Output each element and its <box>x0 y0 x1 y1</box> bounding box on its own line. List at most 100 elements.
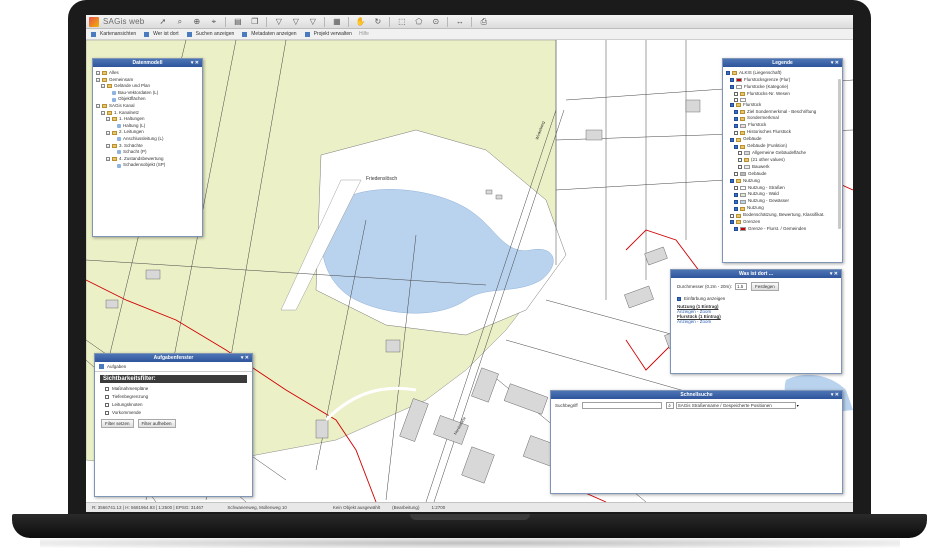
grid-icon[interactable]: ▦ <box>331 17 342 27</box>
legende-header[interactable]: Legende ▾ ✕ <box>723 59 842 67</box>
chevron-down-icon[interactable]: ▾ <box>797 403 799 408</box>
expand-icon[interactable] <box>106 91 110 95</box>
menu-item-metadaten[interactable]: Metadaten anzeigen <box>237 31 299 37</box>
tree-item[interactable]: − Alles <box>96 70 199 77</box>
legend-item[interactable]: Sondermerkmal <box>726 115 839 122</box>
legend-checkbox[interactable] <box>730 85 734 90</box>
filter-aufheben-button[interactable]: Filter aufheben <box>137 419 176 428</box>
legend-item[interactable]: Nutzung - Gewässer <box>726 198 839 205</box>
select-poly-icon[interactable]: ⬠ <box>413 17 424 27</box>
zoom-box-icon[interactable]: ⌕ <box>174 17 185 27</box>
legend-item[interactable]: Nutzung - Wald <box>726 191 839 198</box>
filter-item[interactable]: Maßnahmenpläne <box>105 386 242 391</box>
legend-checkbox[interactable] <box>734 109 738 114</box>
aufgabenfenster-header[interactable]: Aufgabenfenster ▾ ✕ <box>95 354 252 362</box>
pan-hand-icon[interactable]: ✋ <box>355 17 366 27</box>
expand-icon[interactable]: − <box>106 117 110 122</box>
tree-item[interactable]: Haltung (L) <box>96 123 199 130</box>
legend-item[interactable]: Nutzung <box>726 205 839 212</box>
legend-checkbox[interactable] <box>734 227 738 232</box>
menu-item-hilfe[interactable]: Hilfe <box>355 31 372 37</box>
legend-checkbox[interactable] <box>730 220 734 225</box>
legend-checkbox[interactable] <box>734 123 738 128</box>
filter-add-icon[interactable]: ▽ <box>290 17 301 27</box>
panel-controls-icon[interactable]: ▾ ✕ <box>831 391 839 399</box>
search-icon[interactable]: ⌕ <box>665 402 674 409</box>
filter-item[interactable]: Leitungsknoten <box>105 402 242 407</box>
highlight-checkbox[interactable] <box>677 296 681 301</box>
tree-item[interactable]: Objektflächen <box>96 96 199 103</box>
result-link[interactable]: Anzeigen - Zoom <box>677 319 835 324</box>
search-input[interactable] <box>581 402 662 409</box>
legend-checkbox[interactable] <box>738 151 742 156</box>
expand-icon[interactable]: − <box>96 71 100 76</box>
panel-controls-icon[interactable]: ▾ ✕ <box>831 59 839 67</box>
expand-icon[interactable] <box>111 137 115 141</box>
panel-controls-icon[interactable]: ▾ ✕ <box>830 270 838 278</box>
datenmodell-header[interactable]: Datenmodell ▾ ✕ <box>93 59 202 67</box>
expand-icon[interactable]: − <box>106 157 110 162</box>
legend-checkbox[interactable] <box>738 158 742 163</box>
tree-item[interactable]: − 2. Leitungen <box>96 129 199 136</box>
menu-item-projekt[interactable]: Projekt verwalten <box>300 31 355 37</box>
legend-checkbox[interactable] <box>734 192 738 197</box>
aufgaben-dropdown[interactable]: Aufgaben <box>107 364 126 369</box>
menu-item-kartenansichten[interactable]: Kartenansichten <box>86 31 139 37</box>
legend-checkbox[interactable] <box>734 130 738 135</box>
expand-icon[interactable] <box>111 150 115 154</box>
legend-checkbox[interactable] <box>726 71 730 76</box>
legend-item[interactable]: Flurstücksgrenze (Flur) <box>726 77 839 84</box>
legend-item[interactable]: Gebäude (Funktion) <box>726 143 839 150</box>
expand-icon[interactable]: − <box>96 77 100 82</box>
legend-item[interactable]: Bauwerk <box>726 164 839 171</box>
legend-item[interactable]: Flurstück <box>726 122 839 129</box>
schnellsuche-header[interactable]: Schnellsuche ▾ ✕ <box>551 391 842 399</box>
tree-item[interactable]: Schacht (P) <box>96 149 199 156</box>
menu-item-suchen[interactable]: Suchen anzeigen <box>182 31 238 37</box>
legend-checkbox[interactable] <box>730 213 734 218</box>
legende-scrollbar[interactable] <box>838 79 841 229</box>
legend-checkbox[interactable] <box>730 179 734 184</box>
legend-checkbox[interactable] <box>734 92 738 97</box>
filter-checkbox[interactable] <box>105 394 109 399</box>
expand-icon[interactable]: − <box>101 110 105 115</box>
legend-checkbox[interactable] <box>730 78 734 83</box>
scope-select[interactable]: SAGis Straßenname / Gespeicherte Positio… <box>675 402 796 409</box>
tree-item[interactable]: − 4. Zustandsbewertung <box>96 156 199 163</box>
measure-icon[interactable]: ⌖ <box>208 17 219 27</box>
arrows-icon[interactable]: ↔ <box>454 17 465 27</box>
expand-icon[interactable]: − <box>106 143 110 148</box>
legend-item[interactable]: Bodenschätzung, Bewertung, Klassifikat. <box>726 212 839 219</box>
legend-checkbox[interactable] <box>730 103 734 108</box>
filter-checkbox[interactable] <box>105 386 109 391</box>
filter-item[interactable]: Tiefenbegrenzung <box>105 394 242 399</box>
legend-checkbox[interactable] <box>730 137 734 142</box>
legend-item[interactable]: Flurstücke (Kategorie) <box>726 84 839 91</box>
zoom-in-icon[interactable]: ⊕ <box>191 17 202 27</box>
tree-item[interactable]: − SAGis Kanal <box>96 103 199 110</box>
legend-checkbox[interactable] <box>734 97 738 102</box>
filter-checkbox[interactable] <box>105 402 109 407</box>
expand-icon[interactable] <box>111 164 115 168</box>
legend-item[interactable]: Gebäude <box>726 136 839 143</box>
expand-icon[interactable]: − <box>106 130 110 135</box>
expand-icon[interactable]: − <box>96 104 100 109</box>
filter-icon[interactable]: ▽ <box>273 17 284 27</box>
tree-item[interactable]: − Gelände und Plan <box>96 83 199 90</box>
copy-icon[interactable]: ❐ <box>249 17 260 27</box>
select-rect-icon[interactable]: ⬚ <box>396 17 407 27</box>
festlegen-button[interactable]: Festlegen <box>751 282 779 291</box>
expand-icon[interactable] <box>111 124 115 128</box>
tree-item[interactable]: Schadensobjekt (SP) <box>96 162 199 169</box>
select-point-icon[interactable]: ⊙ <box>430 17 441 27</box>
print-icon[interactable]: ▤ <box>232 17 243 27</box>
printer-icon[interactable]: ⎙ <box>478 17 489 27</box>
legend-item[interactable]: Flurstücks-Nr. Wesen <box>726 91 839 98</box>
filter-remove-icon[interactable]: ▽ <box>307 17 318 27</box>
expand-icon[interactable] <box>106 98 110 102</box>
panel-controls-icon[interactable]: ▾ ✕ <box>191 59 199 67</box>
legend-item[interactable]: Grenze - Flurst. / Gemeinden <box>726 226 839 233</box>
legend-item[interactable]: Flurstück <box>726 102 839 109</box>
refresh-icon[interactable]: ↻ <box>372 17 383 27</box>
filter-checkbox[interactable] <box>105 410 109 415</box>
